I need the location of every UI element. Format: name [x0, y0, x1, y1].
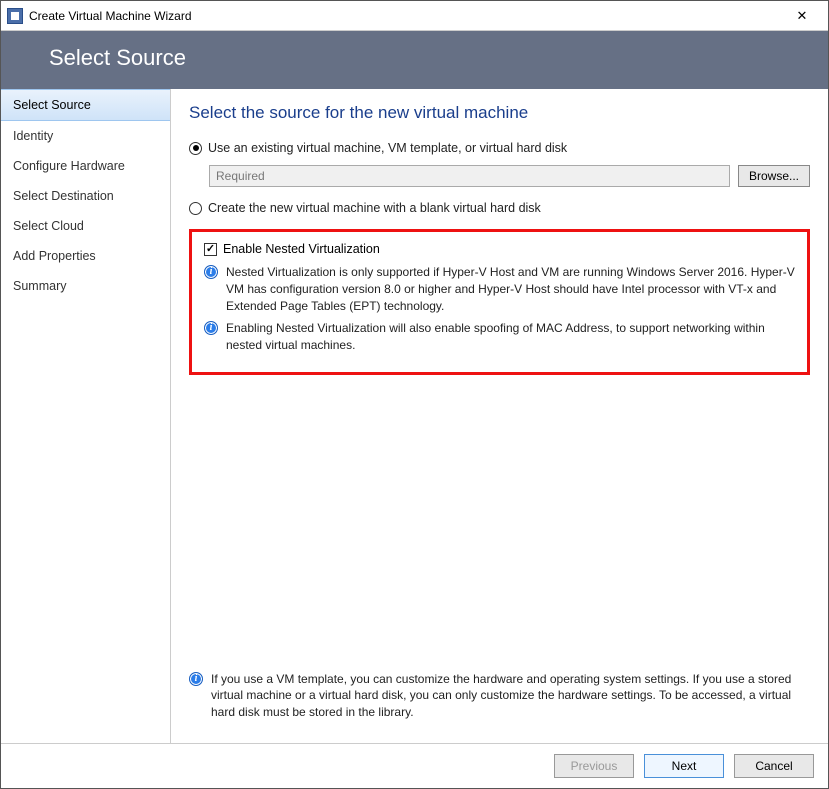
info-icon: i: [204, 321, 218, 335]
page-heading: Select the source for the new virtual ma…: [189, 103, 810, 123]
source-path-input[interactable]: Required: [209, 165, 730, 187]
option-use-existing-label: Use an existing virtual machine, VM temp…: [208, 141, 567, 155]
banner: Select Source: [1, 31, 828, 89]
button-bar: Previous Next Cancel: [1, 743, 828, 788]
banner-title: Select Source: [49, 45, 186, 70]
info-icon: i: [204, 265, 218, 279]
nested-info-2-text: Enabling Nested Virtualization will also…: [226, 320, 795, 354]
info-icon: i: [189, 672, 203, 686]
sidebar-item-summary[interactable]: Summary: [1, 271, 170, 301]
radio-use-existing[interactable]: [189, 142, 202, 155]
wizard-window: Create Virtual Machine Wizard ✕ Select S…: [0, 0, 829, 789]
sidebar-item-select-source[interactable]: Select Source: [1, 89, 170, 121]
source-path-row: Required Browse...: [209, 165, 810, 187]
nested-info-2: i Enabling Nested Virtualization will al…: [204, 320, 795, 354]
content-pane: Select the source for the new virtual ma…: [171, 89, 828, 743]
sidebar-item-select-destination[interactable]: Select Destination: [1, 181, 170, 211]
title-bar: Create Virtual Machine Wizard ✕: [1, 1, 828, 31]
option-use-existing[interactable]: Use an existing virtual machine, VM temp…: [189, 141, 810, 155]
source-path-placeholder: Required: [216, 169, 265, 183]
sidebar-item-identity[interactable]: Identity: [1, 121, 170, 151]
sidebar-item-configure-hardware[interactable]: Configure Hardware: [1, 151, 170, 181]
sidebar-item-select-cloud[interactable]: Select Cloud: [1, 211, 170, 241]
enable-nested-virtualization[interactable]: Enable Nested Virtualization: [204, 242, 795, 256]
radio-blank-disk[interactable]: [189, 202, 202, 215]
nested-info-1-text: Nested Virtualization is only supported …: [226, 264, 795, 314]
next-button[interactable]: Next: [644, 754, 724, 778]
close-icon[interactable]: ✕: [782, 2, 822, 30]
window-title: Create Virtual Machine Wizard: [29, 9, 782, 23]
nested-info-1: i Nested Virtualization is only supporte…: [204, 264, 795, 314]
body: Select Source Identity Configure Hardwar…: [1, 89, 828, 743]
sidebar-item-add-properties[interactable]: Add Properties: [1, 241, 170, 271]
footer-note: i If you use a VM template, you can cust…: [189, 667, 810, 733]
option-blank-disk-label: Create the new virtual machine with a bl…: [208, 201, 541, 215]
nested-virtualization-highlight: Enable Nested Virtualization i Nested Vi…: [189, 229, 810, 375]
checkbox-enable-nested[interactable]: [204, 243, 217, 256]
option-blank-disk[interactable]: Create the new virtual machine with a bl…: [189, 201, 810, 215]
previous-button: Previous: [554, 754, 634, 778]
cancel-button[interactable]: Cancel: [734, 754, 814, 778]
enable-nested-label: Enable Nested Virtualization: [223, 242, 380, 256]
sidebar: Select Source Identity Configure Hardwar…: [1, 89, 171, 743]
footer-note-text: If you use a VM template, you can custom…: [211, 671, 810, 721]
app-icon: [7, 8, 23, 24]
browse-button[interactable]: Browse...: [738, 165, 810, 187]
